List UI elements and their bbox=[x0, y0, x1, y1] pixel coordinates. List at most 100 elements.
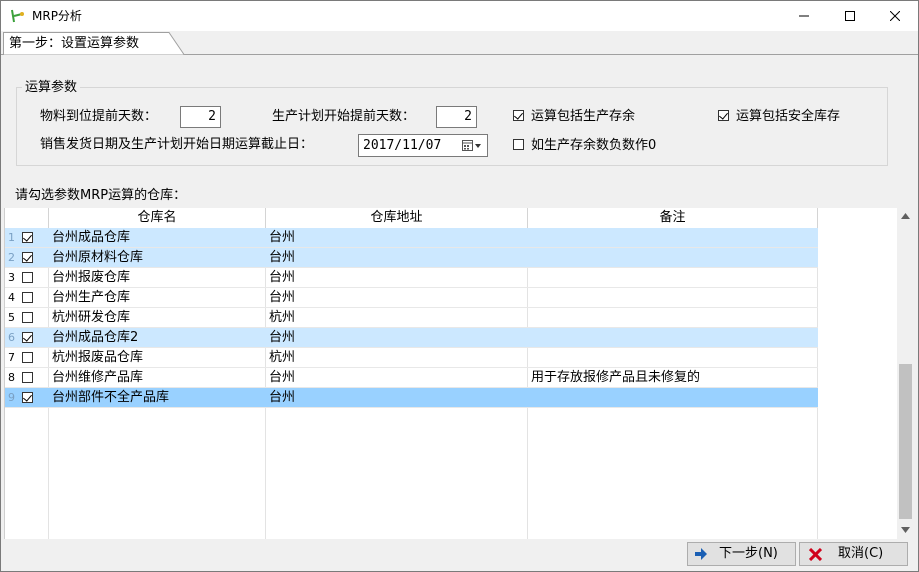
row-number: 3 bbox=[8, 271, 15, 284]
warehouse-name-cell[interactable]: 台州成品仓库 bbox=[52, 229, 130, 247]
warehouse-name-cell[interactable]: 台州成品仓库2 bbox=[52, 329, 138, 347]
next-step-button[interactable]: 下一步(N) bbox=[687, 542, 796, 566]
warehouse-name-cell[interactable]: 杭州研发仓库 bbox=[52, 309, 130, 327]
negative-zero-checkbox[interactable] bbox=[513, 139, 524, 150]
checkbox-box[interactable] bbox=[513, 110, 524, 121]
lead-days-input[interactable]: 2 bbox=[180, 106, 221, 128]
calendar-dropdown-icon[interactable] bbox=[462, 140, 484, 152]
warehouse-address-cell[interactable]: 台州 bbox=[269, 289, 295, 307]
table-row[interactable]: 5 杭州研发仓库 杭州 bbox=[5, 308, 818, 328]
maximize-button[interactable] bbox=[827, 1, 873, 31]
scroll-up-icon[interactable] bbox=[901, 213, 910, 219]
row-select-checkbox[interactable] bbox=[22, 272, 33, 283]
checkbox-box[interactable] bbox=[22, 392, 33, 403]
row-select-checkbox[interactable] bbox=[22, 232, 33, 243]
checkbox-box[interactable] bbox=[22, 312, 33, 323]
row-select-checkbox[interactable] bbox=[22, 372, 33, 383]
row-number: 1 bbox=[8, 231, 15, 244]
checkbox-box[interactable] bbox=[22, 352, 33, 363]
cutoff-date-value: 2017/11/07 bbox=[363, 138, 442, 153]
warehouse-address-cell[interactable]: 台州 bbox=[269, 229, 295, 247]
table-row[interactable]: 7 杭州报废品仓库 杭州 bbox=[5, 348, 818, 368]
warehouse-address-cell[interactable]: 台州 bbox=[269, 269, 295, 287]
row-number: 2 bbox=[8, 251, 15, 264]
table-row[interactable]: 4 台州生产仓库 台州 bbox=[5, 288, 818, 308]
minimize-icon bbox=[799, 15, 809, 17]
row-select-checkbox[interactable] bbox=[22, 252, 33, 263]
window: MRP分析 第一步：设置运算参数 运算参数 物料到位提前天数： 2 生产计划开始… bbox=[0, 0, 919, 572]
next-step-label: 下一步(N) bbox=[719, 546, 778, 561]
warehouse-name-cell[interactable]: 台州维修产品库 bbox=[52, 369, 143, 387]
close-button[interactable] bbox=[872, 1, 918, 31]
include-stock-label[interactable]: 运算包括生产存余 bbox=[531, 108, 635, 126]
checkbox-box[interactable] bbox=[22, 332, 33, 343]
tab-label: 第一步：设置运算参数 bbox=[9, 36, 140, 51]
warehouse-address-cell[interactable]: 杭州 bbox=[269, 309, 295, 327]
scroll-down-icon[interactable] bbox=[901, 527, 910, 533]
tab-step-one[interactable]: 第一步：设置运算参数 bbox=[3, 32, 185, 55]
title-bar: MRP分析 bbox=[1, 1, 918, 31]
warehouse-name-cell[interactable]: 杭州报废品仓库 bbox=[52, 349, 143, 367]
checkbox-box[interactable] bbox=[513, 139, 524, 150]
table-row[interactable]: 6 台州成品仓库2 台州 bbox=[5, 328, 818, 348]
arrow-right-icon bbox=[695, 548, 707, 560]
params-group-title: 运算参数 bbox=[22, 79, 81, 96]
warehouse-address-cell[interactable]: 台州 bbox=[269, 389, 295, 407]
warehouse-address-cell[interactable]: 台州 bbox=[269, 369, 295, 387]
warehouse-name-cell[interactable]: 台州报废仓库 bbox=[52, 269, 130, 287]
row-select-checkbox[interactable] bbox=[22, 392, 33, 403]
checkbox-box[interactable] bbox=[718, 110, 729, 121]
window-title: MRP分析 bbox=[32, 9, 82, 23]
row-select-checkbox[interactable] bbox=[22, 332, 33, 343]
app-logo-icon bbox=[11, 9, 24, 23]
table-row[interactable]: 8 台州维修产品库 台州 用于存放报修产品且未修复的 bbox=[5, 368, 818, 388]
include-stock-checkbox[interactable] bbox=[513, 110, 524, 121]
row-number: 6 bbox=[8, 331, 15, 344]
table-row[interactable]: 3 台州报废仓库 台州 bbox=[5, 268, 818, 288]
plan-start-label: 生产计划开始提前天数： bbox=[272, 109, 416, 124]
warehouse-list-caption: 请勾选参数MRP运算的仓库： bbox=[15, 188, 187, 203]
include-safety-label[interactable]: 运算包括安全库存 bbox=[736, 108, 840, 126]
close-icon bbox=[890, 11, 900, 21]
cancel-x-icon bbox=[809, 548, 822, 561]
table-row[interactable]: 9 台州部件不全产品库 台州 bbox=[5, 388, 818, 408]
checkbox-box[interactable] bbox=[22, 252, 33, 263]
warehouse-grid[interactable]: 仓库名 仓库地址 备注 1 台州成品仓库 台州 2 台州原材料仓库 台州 3 台州报废仓库 台州… bbox=[4, 208, 899, 539]
row-select-checkbox[interactable] bbox=[22, 312, 33, 323]
grid-vertical-scrollbar[interactable] bbox=[897, 208, 914, 539]
lead-days-label: 物料到位提前天数： bbox=[40, 109, 158, 124]
cutoff-date-picker[interactable]: 2017/11/07 bbox=[358, 134, 488, 157]
warehouse-name-cell[interactable]: 台州部件不全产品库 bbox=[52, 389, 169, 407]
header-note[interactable]: 备注 bbox=[528, 208, 818, 228]
row-select-checkbox[interactable] bbox=[22, 292, 33, 303]
checkbox-box[interactable] bbox=[22, 232, 33, 243]
warehouse-address-cell[interactable]: 台州 bbox=[269, 329, 295, 347]
table-row[interactable]: 1 台州成品仓库 台州 bbox=[5, 228, 818, 248]
include-safety-checkbox[interactable] bbox=[718, 110, 729, 121]
scroll-thumb[interactable] bbox=[899, 364, 912, 519]
warehouse-name-cell[interactable]: 台州原材料仓库 bbox=[52, 249, 143, 267]
minimize-button[interactable] bbox=[781, 1, 827, 31]
warehouse-name-cell[interactable]: 台州生产仓库 bbox=[52, 289, 130, 307]
checkbox-box[interactable] bbox=[22, 372, 33, 383]
plan-start-input[interactable]: 2 bbox=[436, 106, 477, 128]
cancel-label: 取消(C) bbox=[838, 546, 884, 561]
warehouse-address-cell[interactable]: 台州 bbox=[269, 249, 295, 267]
header-select-cell bbox=[5, 208, 49, 228]
row-number: 5 bbox=[8, 311, 15, 324]
negative-zero-label[interactable]: 如生产存余数负数作0 bbox=[531, 137, 656, 155]
warehouse-address-cell[interactable]: 杭州 bbox=[269, 349, 295, 367]
maximize-icon bbox=[845, 11, 855, 21]
checkbox-box[interactable] bbox=[22, 292, 33, 303]
row-select-checkbox[interactable] bbox=[22, 352, 33, 363]
row-number: 4 bbox=[8, 291, 15, 304]
cancel-button[interactable]: 取消(C) bbox=[799, 542, 908, 566]
warehouse-note-cell[interactable]: 用于存放报修产品且未修复的 bbox=[531, 369, 700, 387]
checkbox-box[interactable] bbox=[22, 272, 33, 283]
header-warehouse-address[interactable]: 仓库地址 bbox=[266, 208, 528, 228]
row-number: 8 bbox=[8, 371, 15, 384]
row-number: 9 bbox=[8, 391, 15, 404]
header-warehouse-name[interactable]: 仓库名 bbox=[49, 208, 266, 228]
table-row[interactable]: 2 台州原材料仓库 台州 bbox=[5, 248, 818, 268]
row-number: 7 bbox=[8, 351, 15, 364]
